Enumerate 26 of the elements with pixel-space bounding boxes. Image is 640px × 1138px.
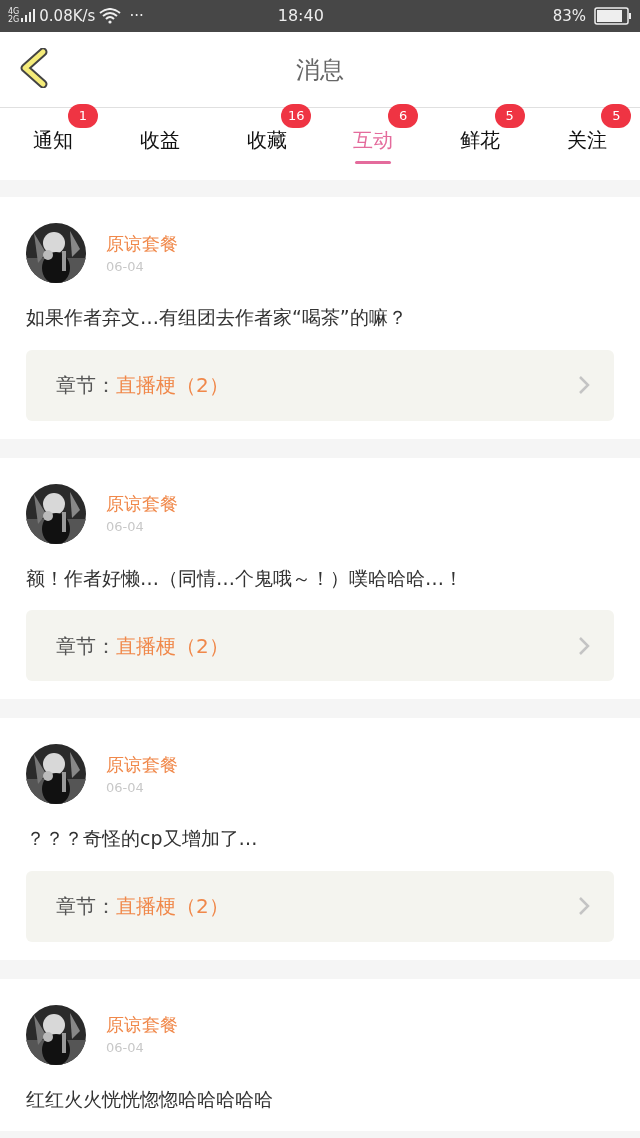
chevron-right-icon	[578, 896, 590, 916]
network-speed: 0.08K/s	[39, 5, 96, 27]
battery-icon	[594, 7, 632, 25]
network-label: 2G	[8, 16, 20, 24]
count-badge: 16	[281, 104, 312, 128]
battery-percent: 83%	[552, 5, 586, 27]
comment-text: ？？？奇怪的cp又增加了…	[26, 826, 259, 851]
chevron-right-icon	[578, 635, 590, 656]
chapter-link[interactable]: 章节：直播梗（2）	[26, 610, 614, 681]
tab[interactable]: 收益	[106, 108, 214, 180]
wifi-icon	[99, 8, 122, 24]
chapter-link[interactable]: 章节：直播梗（2）	[26, 349, 614, 421]
network-label: 4G	[8, 8, 20, 16]
comment-text: 额！作者好懒…（同情…个鬼哦～！）噗哈哈哈…！	[26, 565, 464, 591]
count-badge: 1	[68, 104, 98, 128]
page-title: 消息	[296, 54, 344, 86]
comment-text: 红红火火恍恍惚惚哈哈哈哈哈	[26, 1086, 274, 1112]
chevron-right-icon	[578, 375, 590, 395]
more-indicator: ···	[129, 5, 144, 27]
signal-icon	[21, 9, 36, 23]
comment-text: 如果作者弃文…有组团去作者家“喝茶”的嘛？	[26, 305, 408, 330]
count-badge: 5	[601, 104, 632, 128]
chapter-link[interactable]: 章节：直播梗（2）	[26, 870, 614, 942]
count-badge: 5	[494, 104, 525, 128]
clock: 18:40	[277, 5, 324, 27]
count-badge: 6	[388, 104, 418, 128]
